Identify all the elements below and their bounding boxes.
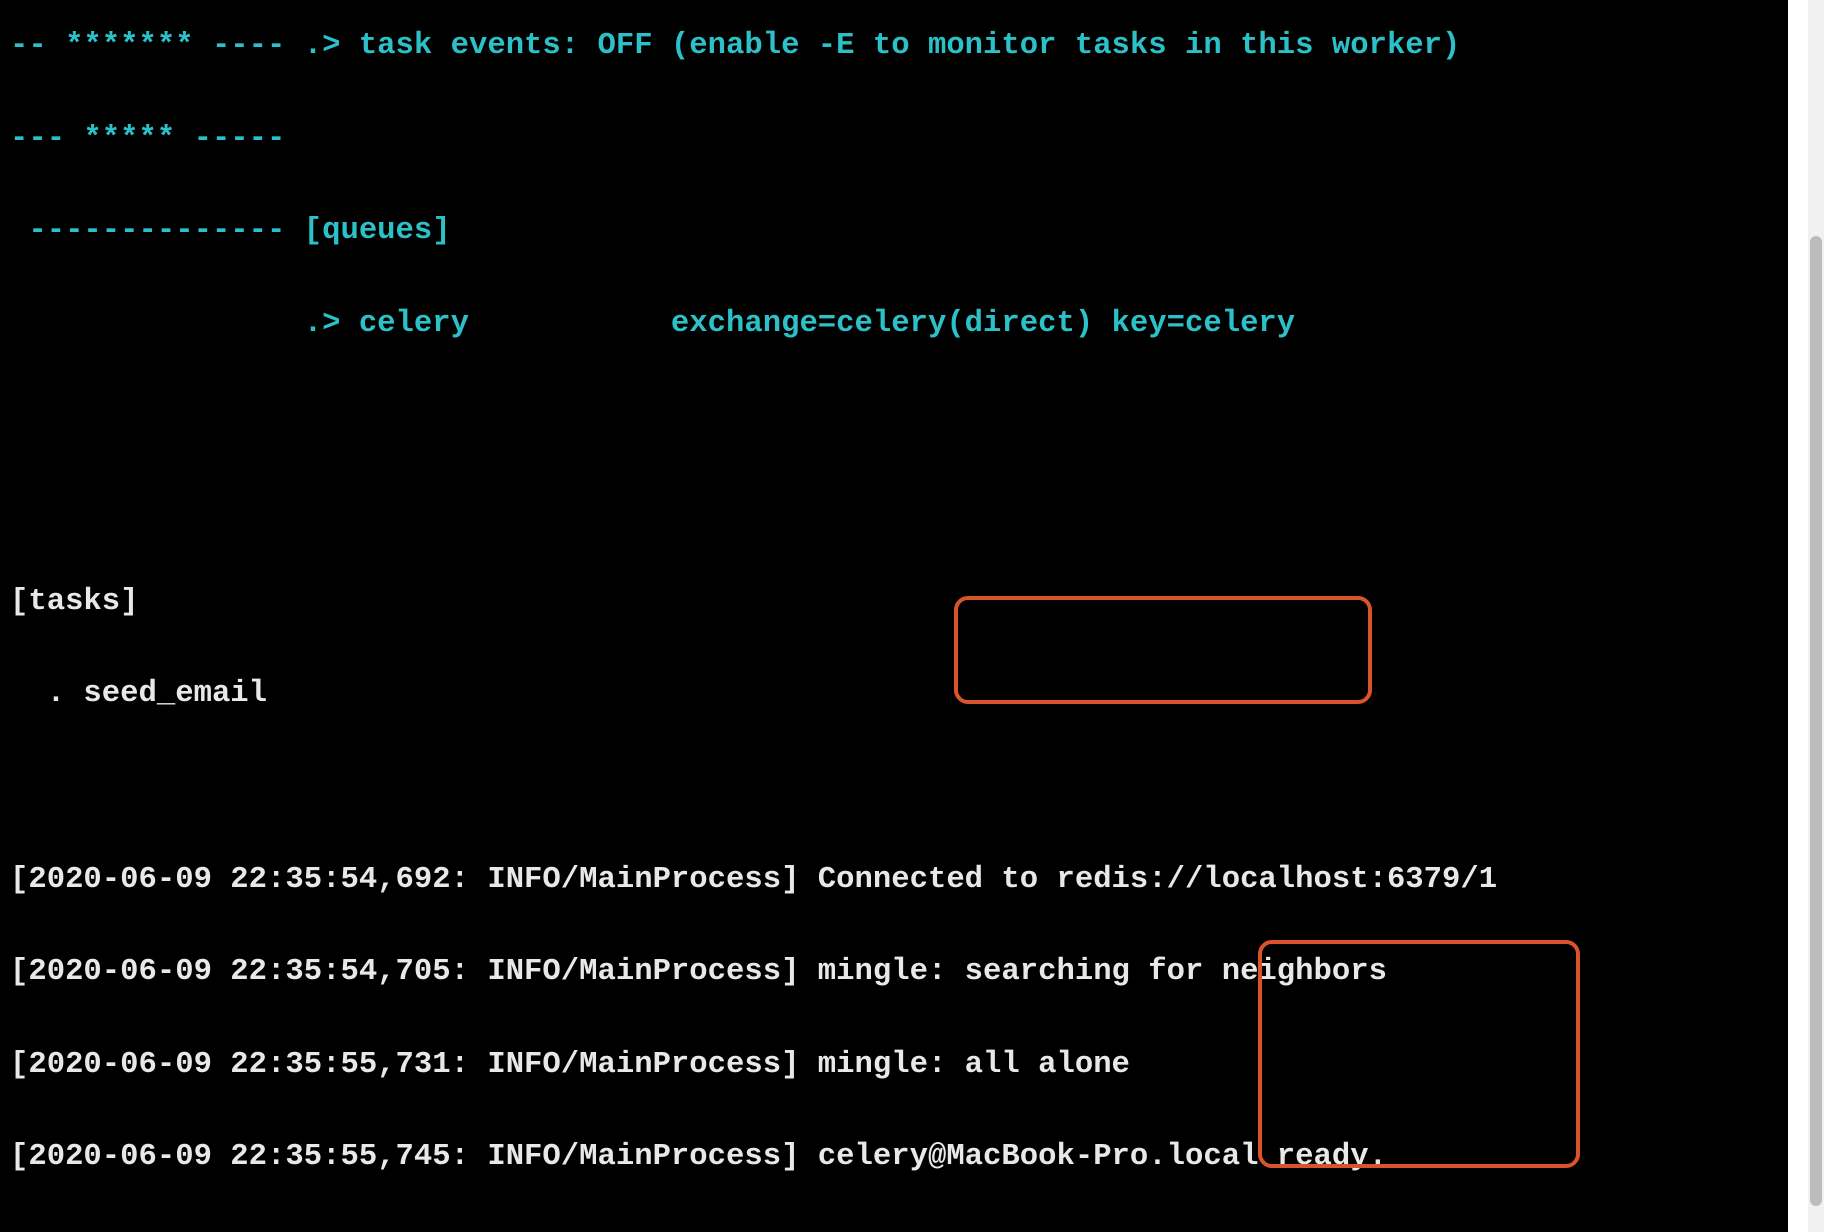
blank-2	[10, 486, 1780, 532]
log-line-4: [2020-06-09 22:35:55,745: INFO/MainProce…	[10, 1134, 1780, 1180]
tasks-header: [tasks]	[10, 579, 1780, 625]
terminal-content: -- ******* ---- .> task events: OFF (ena…	[10, 0, 1780, 1232]
blank-1	[10, 394, 1780, 440]
banner-line-1: -- ******* ---- .> task events: OFF (ena…	[10, 23, 1780, 69]
banner-line-2: --- ***** -----	[10, 116, 1780, 162]
banner-dash-3: --------------	[10, 214, 304, 248]
banner-dash-1: -- ******* ----	[10, 29, 304, 63]
tasks-item: . seed_email	[10, 671, 1780, 717]
banner-line-4: .> celery exchange=celery(direct) key=ce…	[10, 301, 1780, 347]
log-line-5: [2020-06-09 22:39:07,302: INFO/MainProce…	[10, 1227, 1780, 1232]
blank-3	[10, 764, 1780, 810]
log-line-3: [2020-06-09 22:35:55,731: INFO/MainProce…	[10, 1042, 1780, 1088]
log-line-1: [2020-06-09 22:35:54,692: INFO/MainProce…	[10, 857, 1780, 903]
terminal-window: -- ******* ---- .> task events: OFF (ena…	[0, 0, 1788, 1232]
scrollbar-thumb[interactable]	[1810, 236, 1822, 1206]
banner-line-3: -------------- [queues]	[10, 208, 1780, 254]
banner-pad-4	[10, 307, 304, 341]
banner-text-1: .> task events: OFF (enable -E to monito…	[304, 29, 1461, 63]
queues-header: [queues]	[304, 214, 451, 248]
scrollbar-track[interactable]	[1808, 0, 1824, 1232]
queue-celery: .> celery exchange=celery(direct) key=ce…	[304, 307, 1295, 341]
log-line-2: [2020-06-09 22:35:54,705: INFO/MainProce…	[10, 949, 1780, 995]
